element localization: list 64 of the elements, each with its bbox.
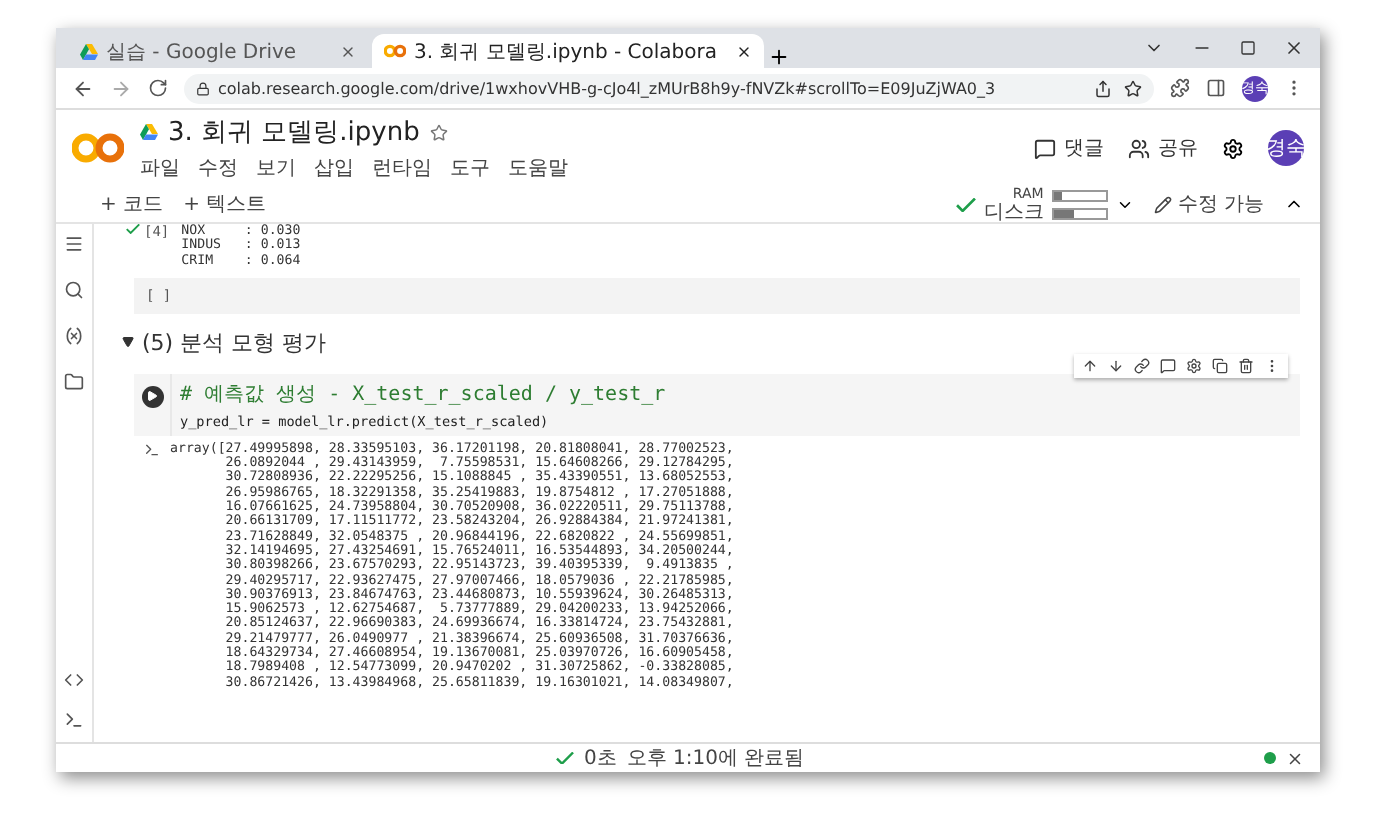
menu-item[interactable]: 수정 [198,154,238,182]
menu-item[interactable]: 런타임 [372,154,432,182]
menu-item[interactable]: 보기 [256,154,296,182]
terminal-icon[interactable] [64,710,84,730]
back-icon[interactable] [72,77,94,99]
arrow-up-icon[interactable] [1082,357,1098,374]
variables-icon[interactable] [64,326,84,346]
share-icon[interactable] [1094,79,1112,97]
output-icon[interactable] [144,441,160,458]
drive-icon [140,124,158,140]
colab-logo-icon [384,44,406,58]
extensions-icon[interactable] [1170,78,1190,98]
menu-item[interactable]: 삽입 [314,154,354,182]
copy-icon[interactable] [1212,357,1228,374]
comment-icon[interactable] [1160,357,1176,374]
menu-item[interactable]: 파일 [140,154,180,182]
folder-icon[interactable] [64,372,84,392]
code-icon[interactable] [64,670,84,690]
link-icon[interactable] [1134,357,1150,374]
people-icon [1128,137,1150,159]
pencil-icon [1153,195,1172,213]
close-icon[interactable] [736,43,752,59]
check-icon [126,224,140,234]
duration-text: 0초 [584,746,617,772]
address-bar[interactable]: colab.research.google.com/drive/1wxhovVHB-g-cJo4l_zMUrB8h9y-fNVZk#scrollTo=E09JuZjWA0_3 [184,73,1154,103]
disk-label: 디스크 [983,203,1044,223]
close-icon[interactable] [1284,38,1304,58]
star-icon[interactable] [1124,79,1142,97]
menu-item[interactable]: 도움말 [508,154,568,182]
new-tab-icon[interactable] [768,46,790,68]
add-cell-button[interactable]: + 텍스트 [183,190,267,218]
close-icon[interactable] [1286,749,1304,767]
side-panel-icon[interactable] [1206,78,1226,98]
colab-logo [72,132,124,164]
check-icon [556,751,574,765]
trash-icon[interactable] [1238,357,1254,374]
status-message: 오후 1:10에 완료됨 [626,746,805,772]
star-icon[interactable] [429,123,448,141]
lock-icon [196,81,210,95]
section-heading: (5) 분석 모형 평가 [142,327,327,358]
check-icon [955,197,976,211]
reload-icon[interactable] [148,78,168,98]
play-icon [146,390,158,403]
browser-tab[interactable]: 실습 - Google Drive [68,34,368,68]
url-text: colab.research.google.com/drive/1wxhovVHB-g-cJo4l_zMUrB8h9y-fNVZk#scrollTo=E09JuZjWA0_3 [218,79,996,97]
drive-icon [80,43,98,59]
add-cell-button[interactable]: + 코드 [100,190,164,218]
comment-icon [1034,137,1056,159]
restore-icon[interactable] [1240,40,1256,56]
settings-icon[interactable] [1222,137,1244,159]
browser-tab[interactable]: 3. 회귀 모델링.ipynb - Colabora [372,34,764,68]
edit-mode-button[interactable]: 수정 가능 [1153,190,1264,218]
menu-item[interactable]: 도구 [450,154,490,182]
arrow-down-icon[interactable] [1108,357,1124,374]
user-avatar[interactable]: 경숙 [1268,130,1304,166]
code-comment: # 예측값 생성 - X_test_r_scaled / y_test_r [180,381,668,408]
run-button[interactable] [141,385,163,408]
search-icon[interactable] [64,280,84,300]
menu-icon[interactable] [64,234,84,254]
section-toggle[interactable] [122,336,134,349]
share-button[interactable]: 공유 [1128,134,1198,162]
notebook-title[interactable]: 3. 회귀 모델링.ipynb [168,114,420,150]
comment-button[interactable]: 댓글 [1034,134,1104,162]
settings-icon[interactable] [1186,357,1202,374]
